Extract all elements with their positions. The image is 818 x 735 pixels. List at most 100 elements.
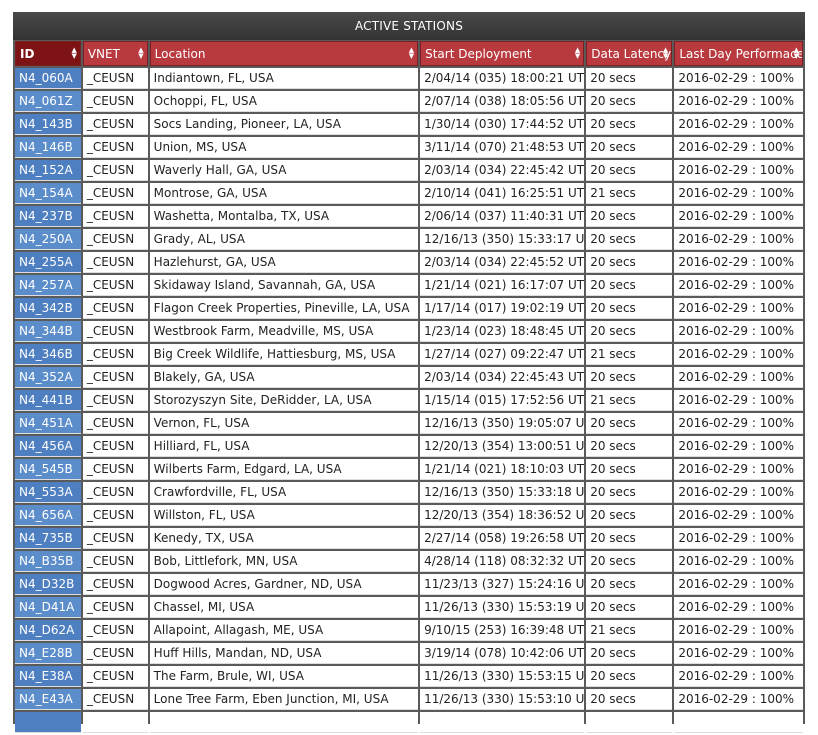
last-day-performance-cell: 2016-02-29 : 100%: [674, 183, 803, 204]
column-header-data-latency[interactable]: Data Latency ▲ ▼: [586, 41, 673, 66]
table-row[interactable]: N4_143B _CEUSN Socs Landing, Pioneer, LA, …: [15, 114, 803, 135]
table-row[interactable]: N4_E43A _CEUSN Lone Tree Farm, Eben Juncti…: [15, 689, 803, 710]
last-day-performance-cell: 2016-02-29 : 100%: [674, 597, 803, 618]
vnet-cell: _CEUSN: [82, 252, 148, 273]
last-day-performance-cell: 2016-02-29 : 100%: [674, 252, 803, 273]
table-row[interactable]: N4_237B _CEUSN Washetta, Montalba, TX, USA…: [15, 206, 803, 227]
column-header-id[interactable]: ID ▲ ▼: [15, 41, 81, 66]
location-cell: Chassel, MI, USA: [149, 597, 419, 618]
location-cell: Waverly Hall, GA, USA: [149, 160, 419, 181]
table-row[interactable]: N4_154A _CEUSN Montrose, GA, USA 2/10/14 (0…: [15, 183, 803, 204]
station-id-cell: N4_545B: [15, 459, 81, 480]
table-row[interactable]: N4_553A _CEUSN Crawfordville, FL, USA 12/16…: [15, 482, 803, 503]
table-row[interactable]: N4_656A _CEUSN Willston, FL, USA 12/20/13 (…: [15, 505, 803, 526]
location-cell: Indiantown, FL, USA: [149, 68, 419, 89]
table-row[interactable]: N4_E38A _CEUSN The Farm, Brule, WI, USA 11/…: [15, 666, 803, 687]
data-latency-cell: 20 secs: [586, 137, 673, 158]
column-header-label: ID: [20, 46, 35, 61]
location-cell: Flagon Creek Properties, Pineville, LA, …: [149, 298, 419, 319]
column-header-last-day-performance[interactable]: Last Day Performace ▲ ▼: [674, 41, 803, 66]
column-header-start-deployment[interactable]: Start Deployment ▲ ▼: [420, 41, 585, 66]
start-deployment-cell: 4/28/14 (118) 08:32:32 UTC: [420, 551, 585, 572]
location-cell: Ochoppi, FL, USA: [149, 91, 419, 112]
location-cell: [149, 712, 419, 733]
location-cell: Big Creek Wildlife, Hattiesburg, MS, USA: [149, 344, 419, 365]
data-latency-cell: 20 secs: [586, 68, 673, 89]
column-header-label: Last Day Performace: [679, 46, 803, 61]
station-id-cell: N4_154A: [15, 183, 81, 204]
table-row[interactable]: N4_D62A _CEUSN Allapoint, Allagash, ME, US…: [15, 620, 803, 641]
data-latency-cell: 20 secs: [586, 459, 673, 480]
location-cell: Wilberts Farm, Edgard, LA, USA: [149, 459, 419, 480]
table-row[interactable]: N4_344B _CEUSN Westbrook Farm, Meadville, …: [15, 321, 803, 342]
location-cell: Allapoint, Allagash, ME, USA: [149, 620, 419, 641]
location-cell: The Farm, Brule, WI, USA: [149, 666, 419, 687]
table-row[interactable]: N4_D41A _CEUSN Chassel, MI, USA 11/26/13 (3…: [15, 597, 803, 618]
last-day-performance-cell: 2016-02-29 : 100%: [674, 298, 803, 319]
vnet-cell: _CEUSN: [82, 91, 148, 112]
data-latency-cell: 20 secs: [586, 666, 673, 687]
last-day-performance-cell: 2016-02-29 : 100%: [674, 413, 803, 434]
header-row: ID ▲ ▼ VNET ▲ ▼ Location ▲ ▼ Start Deployme…: [15, 41, 803, 66]
sort-icon: ▲ ▼: [793, 46, 799, 60]
location-cell: Union, MS, USA: [149, 137, 419, 158]
vnet-cell: _CEUSN: [82, 620, 148, 641]
last-day-performance-cell: 2016-02-29 : 100%: [674, 137, 803, 158]
last-day-performance-cell: 2016-02-29 : 100%: [674, 344, 803, 365]
data-latency-cell: 21 secs: [586, 620, 673, 641]
table-row[interactable]: N4_255A _CEUSN Hazlehurst, GA, USA 2/03/14 …: [15, 252, 803, 273]
data-latency-cell: 20 secs: [586, 275, 673, 296]
location-cell: Vernon, FL, USA: [149, 413, 419, 434]
table-row[interactable]: N4_456A _CEUSN Hilliard, FL, USA 12/20/13 (…: [15, 436, 803, 457]
vnet-cell: _CEUSN: [82, 666, 148, 687]
table-row[interactable]: N4_352A _CEUSN Blakely, GA, USA 2/03/14 (03…: [15, 367, 803, 388]
last-day-performance-cell: 2016-02-29 : 100%: [674, 68, 803, 89]
table-row[interactable]: N4_B35B _CEUSN Bob, Littlefork, MN, USA 4/2…: [15, 551, 803, 572]
station-id-cell: N4_456A: [15, 436, 81, 457]
vnet-cell: _CEUSN: [82, 643, 148, 664]
start-deployment-cell: 3/11/14 (070) 21:48:53 UTC: [420, 137, 585, 158]
data-latency-cell: 20 secs: [586, 114, 673, 135]
station-id-cell: N4_D32B: [15, 574, 81, 595]
data-latency-cell: 20 secs: [586, 160, 673, 181]
column-header-label: VNET: [87, 46, 120, 61]
vnet-cell: _CEUSN: [82, 344, 148, 365]
column-header-label: Data Latency: [591, 46, 672, 61]
table-row[interactable]: N4_735B _CEUSN Kenedy, TX, USA 2/27/14 (058…: [15, 528, 803, 549]
vnet-cell: _CEUSN: [82, 68, 148, 89]
table-row[interactable]: N4_152A _CEUSN Waverly Hall, GA, USA 2/03/1…: [15, 160, 803, 181]
table-row[interactable]: N4_D32B _CEUSN Dogwood Acres, Gardner, ND,…: [15, 574, 803, 595]
table-row[interactable]: N4_060A _CEUSN Indiantown, FL, USA 2/04/14 …: [15, 68, 803, 89]
panel-title: ACTIVE STATIONS: [13, 12, 805, 40]
vnet-cell: _CEUSN: [82, 459, 148, 480]
vnet-cell: _CEUSN: [82, 505, 148, 526]
station-id-cell: N4_D62A: [15, 620, 81, 641]
table-row[interactable]: N4_451A _CEUSN Vernon, FL, USA 12/16/13 (35…: [15, 413, 803, 434]
table-row[interactable]: N4_E28B _CEUSN Huff Hills, Mandan, ND, USA…: [15, 643, 803, 664]
sort-icon: ▲ ▼: [71, 46, 77, 60]
column-header-location[interactable]: Location ▲ ▼: [149, 41, 419, 66]
table-row[interactable]: N4_441B _CEUSN Storozyszyn Site, DeRidder,…: [15, 390, 803, 411]
station-id-cell: N4_441B: [15, 390, 81, 411]
start-deployment-cell: 1/21/14 (021) 16:17:07 UTC: [420, 275, 585, 296]
table-row[interactable]: N4_146B _CEUSN Union, MS, USA 3/11/14 (070)…: [15, 137, 803, 158]
table-row[interactable]: N4_250A _CEUSN Grady, AL, USA 12/16/13 (350…: [15, 229, 803, 250]
vnet-cell: _CEUSN: [82, 482, 148, 503]
data-latency-cell: 20 secs: [586, 367, 673, 388]
start-deployment-cell: 12/20/13 (354) 13:00:51 UTC: [420, 436, 585, 457]
location-cell: Skidaway Island, Savannah, GA, USA: [149, 275, 419, 296]
table-row[interactable]: N4_545B _CEUSN Wilberts Farm, Edgard, LA, …: [15, 459, 803, 480]
start-deployment-cell: 2/10/14 (041) 16:25:51 UTC: [420, 183, 585, 204]
table-row[interactable]: [15, 712, 803, 733]
last-day-performance-cell: 2016-02-29 : 100%: [674, 160, 803, 181]
start-deployment-cell: 1/17/14 (017) 19:02:19 UTC: [420, 298, 585, 319]
table-row[interactable]: N4_061Z _CEUSN Ochoppi, FL, USA 2/07/14 (03…: [15, 91, 803, 112]
table-row[interactable]: N4_257A _CEUSN Skidaway Island, Savannah, …: [15, 275, 803, 296]
table-row[interactable]: N4_346B _CEUSN Big Creek Wildlife, Hatties…: [15, 344, 803, 365]
table-row[interactable]: N4_342B _CEUSN Flagon Creek Properties, Pi…: [15, 298, 803, 319]
column-header-vnet[interactable]: VNET ▲ ▼: [82, 41, 148, 66]
data-latency-cell: 20 secs: [586, 689, 673, 710]
location-cell: Hilliard, FL, USA: [149, 436, 419, 457]
location-cell: Willston, FL, USA: [149, 505, 419, 526]
location-cell: Bob, Littlefork, MN, USA: [149, 551, 419, 572]
